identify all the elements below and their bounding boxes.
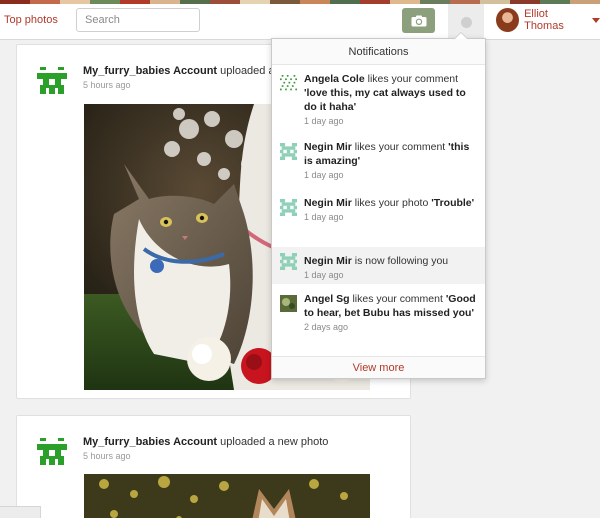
bottom-tab[interactable] (0, 506, 41, 518)
notification-action: likes your comment (367, 73, 459, 85)
camera-icon (411, 15, 426, 26)
account-name[interactable]: My_furry_babies Account (83, 65, 217, 77)
pixel-avatar-icon (37, 67, 67, 94)
caret-down-icon (592, 17, 600, 23)
notification-dot-icon (460, 16, 472, 28)
pixel-avatar-icon (280, 199, 297, 216)
feed-photo-image (84, 474, 370, 518)
notification-user[interactable]: Negin Mir (304, 255, 352, 267)
notification-action: likes your photo (354, 197, 429, 209)
pixel-avatar-icon (37, 438, 67, 465)
notifications-title: Notifications (272, 39, 485, 65)
notification-time: 2 days ago (304, 322, 349, 332)
notification-quote: 'Trouble' (431, 197, 475, 209)
notification-action: likes your comment (352, 293, 443, 305)
notification-user[interactable]: Angel Sg (304, 293, 350, 305)
feed-action: uploaded a new photo (220, 436, 329, 448)
photo-avatar-icon (280, 295, 297, 312)
notification-user[interactable]: Negin Mir (304, 197, 352, 209)
notification-time: 1 day ago (304, 270, 344, 280)
top-photos-link[interactable]: Top photos (4, 14, 58, 26)
view-more-link[interactable]: View more (272, 356, 485, 378)
notifications-dropdown: Notifications Angela Cole likes your com… (271, 32, 486, 379)
top-bar: Top photos Elliot Thomas (0, 4, 600, 40)
dropdown-arrow (454, 32, 468, 39)
notification-item[interactable]: Negin Mir likes your photo 'Trouble' 1 d… (272, 193, 485, 241)
feed-card: My_furry_babies Account uploaded a new p… (16, 415, 411, 518)
notification-time: 1 day ago (304, 170, 344, 180)
pixel-avatar-icon (280, 253, 297, 270)
pixel-avatar-icon (280, 143, 297, 160)
feed-photo[interactable] (84, 474, 370, 518)
notification-user[interactable]: Angela Cole (304, 73, 365, 85)
notification-time: 1 day ago (304, 116, 344, 126)
account-name[interactable]: My_furry_babies Account (83, 436, 217, 448)
timestamp: 5 hours ago (83, 451, 131, 461)
user-name: Elliot Thomas (524, 8, 564, 32)
pixel-avatar-icon (280, 75, 297, 91)
camera-button[interactable] (402, 8, 435, 33)
search-input[interactable] (76, 8, 200, 32)
notification-user[interactable]: Negin Mir (304, 141, 352, 153)
notification-action: likes your comment (354, 141, 446, 153)
notification-item[interactable]: Angela Cole likes your comment 'love thi… (272, 69, 485, 127)
notification-item[interactable]: Negin Mir likes your comment 'this is am… (272, 137, 485, 183)
user-menu[interactable]: Elliot Thomas (496, 8, 600, 32)
notification-time: 1 day ago (304, 212, 344, 222)
avatar (496, 8, 520, 32)
notification-quote: 'love this, my cat always used to do it … (304, 87, 466, 113)
notification-item[interactable]: Angel Sg likes your comment 'Good to hea… (272, 289, 485, 351)
notification-action: is now following you (354, 255, 449, 267)
notification-item[interactable]: Negin Mir is now following you 1 day ago (272, 247, 485, 284)
